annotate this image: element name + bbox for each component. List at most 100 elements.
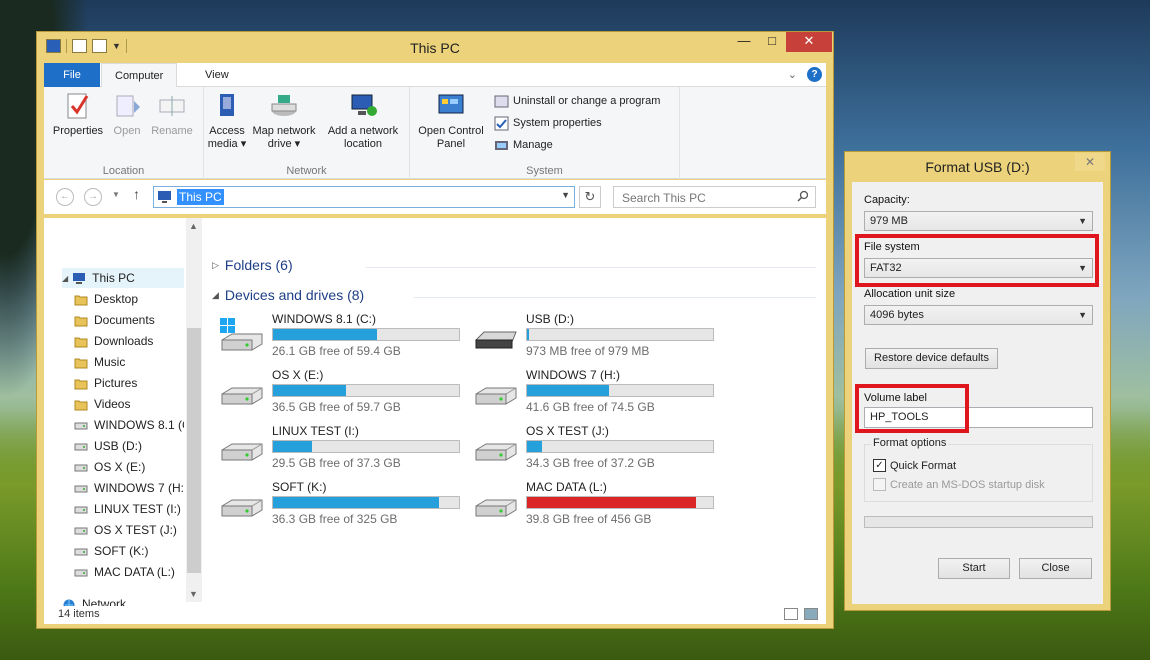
add-network-location-button[interactable]: Add a network location [322, 91, 404, 151]
collapse-icon: ◢ [212, 289, 219, 300]
msdos-label: Create an MS-DOS startup disk [890, 478, 1045, 491]
drive-tile[interactable]: OS X (E:) 36.5 GB free of 59.7 GB [218, 368, 468, 420]
dialog-close-action-button[interactable]: Close [1019, 558, 1092, 579]
drive-icon [74, 503, 88, 516]
tab-file[interactable]: File [44, 63, 100, 87]
map-network-drive-button[interactable]: Map network drive ▾ [248, 91, 320, 151]
nav-item[interactable]: Music [74, 352, 184, 372]
content-area: ◢ This PC Desktop Documents Downloads Music… [44, 218, 826, 611]
drive-usage-fill [527, 385, 609, 396]
nav-item[interactable]: OS X TEST (J:) [74, 520, 184, 540]
network-drive-icon [269, 91, 299, 121]
minimize-button[interactable]: — [730, 32, 758, 52]
nav-item-this-pc[interactable]: ◢ This PC [62, 268, 184, 288]
collapse-icon[interactable]: ◢ [62, 274, 68, 283]
drive-icon [74, 566, 88, 579]
search-icon[interactable] [797, 190, 809, 202]
dialog-title: Format USB (D:) [925, 159, 1030, 175]
maximize-button[interactable]: □ [758, 32, 786, 52]
drive-free-space: 39.8 GB free of 456 GB [526, 512, 652, 526]
allocation-value: 4096 bytes [870, 309, 924, 321]
large-icons-view-icon[interactable] [804, 608, 818, 620]
search-box[interactable]: Search This PC [613, 186, 816, 208]
address-bar[interactable]: This PC ▼ [153, 186, 575, 208]
scroll-up-icon[interactable]: ▲ [189, 221, 198, 231]
computer-icon [72, 272, 86, 285]
forward-button[interactable]: → [84, 188, 102, 206]
nav-item[interactable]: MAC DATA (L:) [74, 562, 184, 582]
nav-item[interactable]: Videos [74, 394, 184, 414]
open-button[interactable]: Open [108, 91, 146, 138]
properties-button[interactable]: Properties [48, 91, 108, 138]
system-properties-icon [494, 116, 509, 131]
drive-tile[interactable]: LINUX TEST (I:) 29.5 GB free of 37.3 GB [218, 424, 468, 476]
close-button[interactable]: ✕ [786, 32, 832, 52]
computer-icon [157, 190, 172, 204]
folder-icon [74, 314, 88, 327]
drive-tile[interactable]: MAC DATA (L:) 39.8 GB free of 456 GB [472, 480, 722, 532]
nav-item[interactable]: LINUX TEST (I:) [74, 499, 184, 519]
properties-icon [63, 91, 93, 121]
nav-item[interactable]: Pictures [74, 373, 184, 393]
usb-drive-icon [472, 318, 520, 354]
nav-item[interactable]: Desktop [74, 289, 184, 309]
start-button[interactable]: Start [938, 558, 1010, 579]
nav-item[interactable]: WINDOWS 7 (H:) [74, 478, 184, 498]
drive-tile[interactable]: WINDOWS 7 (H:) 41.6 GB free of 74.5 GB [472, 368, 722, 420]
volume-label-highlight [855, 384, 969, 433]
format-dialog: Format USB (D:) ✕ Capacity: 979 MB ▼ Fil… [844, 151, 1111, 611]
nav-item[interactable]: Documents [74, 310, 184, 330]
nav-item[interactable]: WINDOWS 8.1 (C:) [74, 415, 184, 435]
tab-computer[interactable]: Computer [101, 63, 178, 88]
system-properties-button[interactable]: System properties [494, 114, 602, 132]
drive-name: SOFT (K:) [272, 480, 327, 494]
address-text[interactable]: This PC [177, 189, 224, 205]
manage-button[interactable]: Manage [494, 136, 553, 154]
allocation-select[interactable]: 4096 bytes ▼ [864, 305, 1093, 325]
refresh-button[interactable]: ↻ [579, 186, 601, 208]
folder-icon [74, 293, 88, 306]
nav-scrollbar[interactable]: ▲ ▼ [186, 218, 202, 602]
open-control-panel-button[interactable]: Open Control Panel [412, 91, 490, 151]
restore-defaults-button[interactable]: Restore device defaults [865, 348, 998, 369]
back-button[interactable]: ← [56, 188, 74, 206]
nav-item-label: MAC DATA (L:) [94, 565, 175, 579]
drive-tile[interactable]: SOFT (K:) 36.3 GB free of 325 GB [218, 480, 468, 532]
drive-tile[interactable]: USB (D:) 973 MB free of 979 MB [472, 312, 722, 364]
tab-view[interactable]: View [192, 63, 242, 87]
drive-tile[interactable]: WINDOWS 8.1 (C:) 26.1 GB free of 59.4 GB [218, 312, 468, 364]
quick-format-checkbox[interactable]: ✓ Quick Format [873, 459, 956, 472]
nav-item[interactable]: SOFT (K:) [74, 541, 184, 561]
windows-drive-icon [218, 318, 266, 354]
properties-label: Properties [52, 125, 104, 137]
nav-item[interactable]: OS X (E:) [74, 457, 184, 477]
details-view-icon[interactable] [784, 608, 798, 620]
title-bar[interactable]: ▼ This PC — □ ✕ [37, 32, 833, 62]
hard-drive-icon [472, 430, 520, 466]
drive-usage-bar [526, 384, 714, 397]
scroll-thumb[interactable] [187, 328, 201, 573]
up-button[interactable]: ↑ [133, 186, 140, 202]
msdos-startup-checkbox[interactable]: Create an MS-DOS startup disk [873, 478, 1045, 491]
drives-group-header[interactable]: ◢ Devices and drives (8) [212, 287, 364, 303]
drive-usage-bar [272, 496, 460, 509]
nav-item[interactable]: USB (D:) [74, 436, 184, 456]
access-media-button[interactable]: Access media ▾ [206, 91, 248, 151]
address-dropdown-icon[interactable]: ▼ [561, 190, 570, 200]
uninstall-program-button[interactable]: Uninstall or change a program [494, 92, 660, 110]
nav-item-label: Videos [94, 397, 131, 411]
help-icon[interactable]: ? [807, 67, 822, 82]
rename-button[interactable]: Rename [148, 91, 196, 138]
nav-item[interactable]: Downloads [74, 331, 184, 351]
nav-item-label: OS X TEST (J:) [94, 523, 177, 537]
ribbon-group-network: Access media ▾ Map network drive ▾ Add a… [204, 87, 410, 179]
drive-tile[interactable]: OS X TEST (J:) 34.3 GB free of 37.2 GB [472, 424, 722, 476]
recent-locations-icon[interactable]: ▼ [112, 190, 120, 199]
minimize-ribbon-icon[interactable]: ⌄ [788, 68, 797, 81]
hard-drive-icon [218, 430, 266, 466]
capacity-select[interactable]: 979 MB ▼ [864, 211, 1093, 231]
folders-group-header[interactable]: ▷ Folders (6) [212, 257, 293, 273]
dialog-close-button[interactable]: ✕ [1075, 153, 1105, 171]
open-control-panel-label: Open Control Panel [418, 125, 484, 150]
scroll-down-icon[interactable]: ▼ [189, 589, 198, 599]
